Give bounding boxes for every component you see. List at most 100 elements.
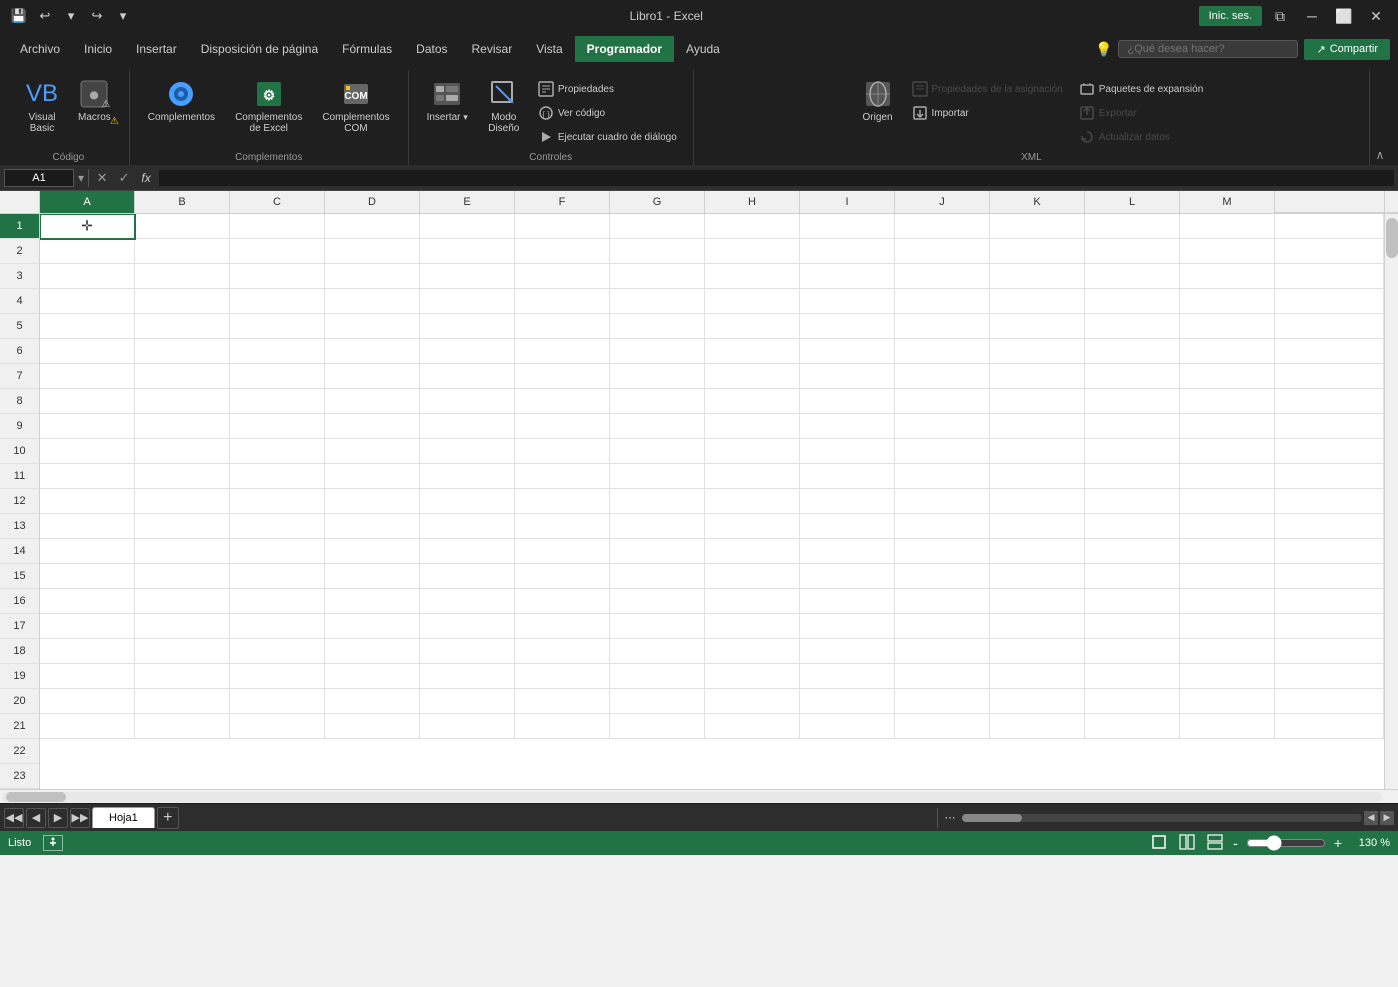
- ver-codigo-button[interactable]: { } Ver código: [532, 102, 683, 124]
- col-header-L[interactable]: L: [1085, 191, 1180, 213]
- cell-G3[interactable]: [610, 264, 705, 289]
- cell-I3[interactable]: [800, 264, 895, 289]
- cell-D3[interactable]: [325, 264, 420, 289]
- complementos-button[interactable]: Complementos: [140, 74, 223, 127]
- cell-F4[interactable]: [515, 289, 610, 314]
- row-header-3[interactable]: 3: [0, 264, 39, 289]
- cell-F1[interactable]: [515, 214, 610, 239]
- col-header-A[interactable]: A: [40, 191, 135, 213]
- cell-H4[interactable]: [705, 289, 800, 314]
- tab-disposicion[interactable]: Disposición de página: [189, 36, 330, 62]
- cell-D4[interactable]: [325, 289, 420, 314]
- row-header-12[interactable]: 12: [0, 489, 39, 514]
- cell-I1[interactable]: [800, 214, 895, 239]
- cell-E4[interactable]: [420, 289, 515, 314]
- tab-programador[interactable]: Programador: [575, 36, 674, 62]
- row-header-18[interactable]: 18: [0, 639, 39, 664]
- maximize-button[interactable]: ⬜: [1330, 2, 1358, 30]
- col-header-F[interactable]: F: [515, 191, 610, 213]
- tab-formulas[interactable]: Fórmulas: [330, 36, 404, 62]
- sheet-nav-next[interactable]: ▶: [48, 808, 68, 828]
- sheet-options-button[interactable]: ⋯: [940, 808, 960, 828]
- compact-button[interactable]: ⧉: [1266, 2, 1294, 30]
- row-header-8[interactable]: 8: [0, 389, 39, 414]
- cell-I4[interactable]: [800, 289, 895, 314]
- cell-L3[interactable]: [1085, 264, 1180, 289]
- col-header-M[interactable]: M: [1180, 191, 1275, 213]
- undo-dropdown-button[interactable]: ▾: [60, 5, 82, 27]
- tab-inicio[interactable]: Inicio: [72, 36, 124, 62]
- col-header-B[interactable]: B: [135, 191, 230, 213]
- propiedades-button[interactable]: Propiedades: [532, 78, 683, 100]
- sheet-tab-hoja1[interactable]: Hoja1: [92, 807, 155, 828]
- cell-L2[interactable]: [1085, 239, 1180, 264]
- tab-ayuda[interactable]: Ayuda: [674, 36, 732, 62]
- page-break-view-button[interactable]: [1205, 833, 1225, 853]
- row-header-1[interactable]: 1: [0, 214, 39, 239]
- cell-E1[interactable]: [420, 214, 515, 239]
- row-header-10[interactable]: 10: [0, 439, 39, 464]
- row-header-23[interactable]: 23: [0, 764, 39, 789]
- col-header-J[interactable]: J: [895, 191, 990, 213]
- row-header-22[interactable]: 22: [0, 739, 39, 764]
- cell-F3[interactable]: [515, 264, 610, 289]
- vertical-scrollbar[interactable]: [1384, 214, 1398, 789]
- cell-B2[interactable]: [135, 239, 230, 264]
- page-layout-view-button[interactable]: [1177, 833, 1197, 853]
- tab-vista[interactable]: Vista: [524, 36, 574, 62]
- row-header-9[interactable]: 9: [0, 414, 39, 439]
- undo-button[interactable]: ↩: [34, 5, 56, 27]
- share-button[interactable]: ↗ Compartir: [1304, 39, 1390, 60]
- formula-input[interactable]: [159, 170, 1394, 186]
- cell-B1[interactable]: [135, 214, 230, 239]
- row-header-15[interactable]: 15: [0, 564, 39, 589]
- cell-K1[interactable]: [990, 214, 1085, 239]
- row-header-7[interactable]: 7: [0, 364, 39, 389]
- formula-context-menu-icon[interactable]: ▾: [78, 171, 84, 185]
- cell-A5[interactable]: [40, 314, 135, 339]
- row-header-19[interactable]: 19: [0, 664, 39, 689]
- cell-J2[interactable]: [895, 239, 990, 264]
- macros-button[interactable]: ⏺ ⚠ Macros: [70, 74, 119, 127]
- cell-H1[interactable]: [705, 214, 800, 239]
- scroll-right-btn[interactable]: ▶: [1380, 811, 1394, 825]
- cell-G1[interactable]: [610, 214, 705, 239]
- cell-J4[interactable]: [895, 289, 990, 314]
- function-wizard-button[interactable]: fx: [137, 169, 155, 187]
- cell-L1[interactable]: [1085, 214, 1180, 239]
- cell-G4[interactable]: [610, 289, 705, 314]
- zoom-slider[interactable]: [1246, 835, 1326, 851]
- cell-C2[interactable]: [230, 239, 325, 264]
- cell-M1[interactable]: [1180, 214, 1275, 239]
- signin-button[interactable]: Inic. ses.: [1199, 6, 1262, 26]
- cell-L4[interactable]: [1085, 289, 1180, 314]
- normal-view-button[interactable]: [1149, 833, 1169, 853]
- insertar-control-button[interactable]: Insertar ▾: [419, 74, 476, 127]
- cell-A1[interactable]: ✛: [40, 214, 135, 239]
- scroll-left-btn[interactable]: ◀: [1364, 811, 1378, 825]
- cell-A3[interactable]: [40, 264, 135, 289]
- row-header-13[interactable]: 13: [0, 514, 39, 539]
- col-header-C[interactable]: C: [230, 191, 325, 213]
- row-header-17[interactable]: 17: [0, 614, 39, 639]
- ribbon-collapse-button[interactable]: ∧: [1370, 145, 1390, 165]
- add-sheet-button[interactable]: +: [157, 807, 179, 829]
- visual-basic-button[interactable]: VB VisualBasic: [18, 74, 66, 138]
- search-input[interactable]: [1118, 40, 1298, 58]
- sheet-nav-last[interactable]: ▶▶: [70, 808, 90, 828]
- col-header-E[interactable]: E: [420, 191, 515, 213]
- row-header-6[interactable]: 6: [0, 339, 39, 364]
- row-header-14[interactable]: 14: [0, 539, 39, 564]
- origen-button[interactable]: Origen: [854, 74, 902, 127]
- row-header-11[interactable]: 11: [0, 464, 39, 489]
- cell-D1[interactable]: [325, 214, 420, 239]
- cell-D2[interactable]: [325, 239, 420, 264]
- tab-datos[interactable]: Datos: [404, 36, 459, 62]
- qat-dropdown-button[interactable]: ▾: [112, 5, 134, 27]
- cell-H2[interactable]: [705, 239, 800, 264]
- sheet-nav-first[interactable]: ◀◀: [4, 808, 24, 828]
- confirm-formula-button[interactable]: ✓: [115, 169, 133, 187]
- col-header-G[interactable]: G: [610, 191, 705, 213]
- tab-insertar[interactable]: Insertar: [124, 36, 189, 62]
- horizontal-scrollbar[interactable]: [0, 789, 1398, 803]
